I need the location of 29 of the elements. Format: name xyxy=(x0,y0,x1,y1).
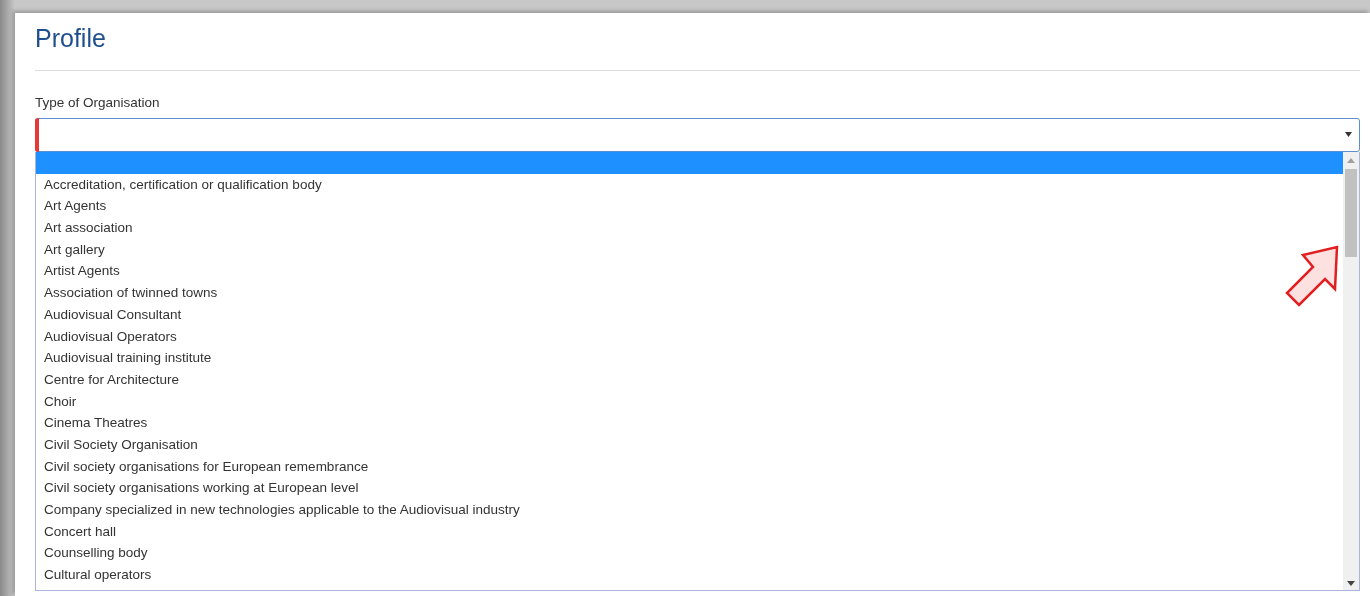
dropdown-option[interactable]: Art Agents xyxy=(36,195,1343,218)
error-bar xyxy=(35,118,39,152)
dropdown-option[interactable]: Cinema Theatres xyxy=(36,412,1343,434)
dropdown-option[interactable]: Company specialized in new technologies applicable to the Audiovisual industry xyxy=(36,499,1343,521)
dropdown-option[interactable]: Civil Society Organisation xyxy=(36,433,1343,456)
dropdown-option[interactable]: Art association xyxy=(36,217,1343,239)
dropdown-option[interactable]: Choir xyxy=(36,390,1343,413)
page-title: Profile xyxy=(35,23,107,53)
pointer-arrow-icon xyxy=(1285,245,1341,309)
caret-icon xyxy=(1345,132,1353,138)
dropdown-option[interactable]: Concert hall xyxy=(36,520,1343,543)
dropdown-option[interactable]: Centre for Architecture xyxy=(36,368,1343,391)
dropdown-option[interactable]: Civil society organisations working at European level xyxy=(36,477,1343,499)
scrollbar-thumb[interactable] xyxy=(1345,169,1357,257)
dropdown-option[interactable]: Audiovisual training institute xyxy=(36,347,1343,369)
scroll-up-icon[interactable] xyxy=(1347,158,1355,163)
dropdown-option[interactable]: Cultural operators xyxy=(36,564,1343,586)
dropdown-option[interactable]: Art gallery xyxy=(36,238,1343,261)
dropdown-option[interactable]: Accreditation, certification or qualification body xyxy=(36,173,1343,196)
scrollbar[interactable] xyxy=(1343,152,1359,590)
dropdown-option[interactable]: Association of twinned towns xyxy=(36,282,1343,304)
dropdown-option[interactable]: Civil society organisations for European remembrance xyxy=(36,455,1343,478)
dropdown-option[interactable]: Audiovisual Consultant xyxy=(36,303,1343,326)
dropdown-option[interactable]: Counselling body xyxy=(36,542,1343,565)
scroll-down-icon[interactable] xyxy=(1347,581,1355,586)
dropdown-option[interactable]: Artist Agents xyxy=(36,260,1343,283)
dropdown-option[interactable]: Audiovisual Operators xyxy=(36,325,1343,348)
field-label: Type of Organisation xyxy=(35,95,161,110)
dropdown-field[interactable] xyxy=(35,118,1360,152)
